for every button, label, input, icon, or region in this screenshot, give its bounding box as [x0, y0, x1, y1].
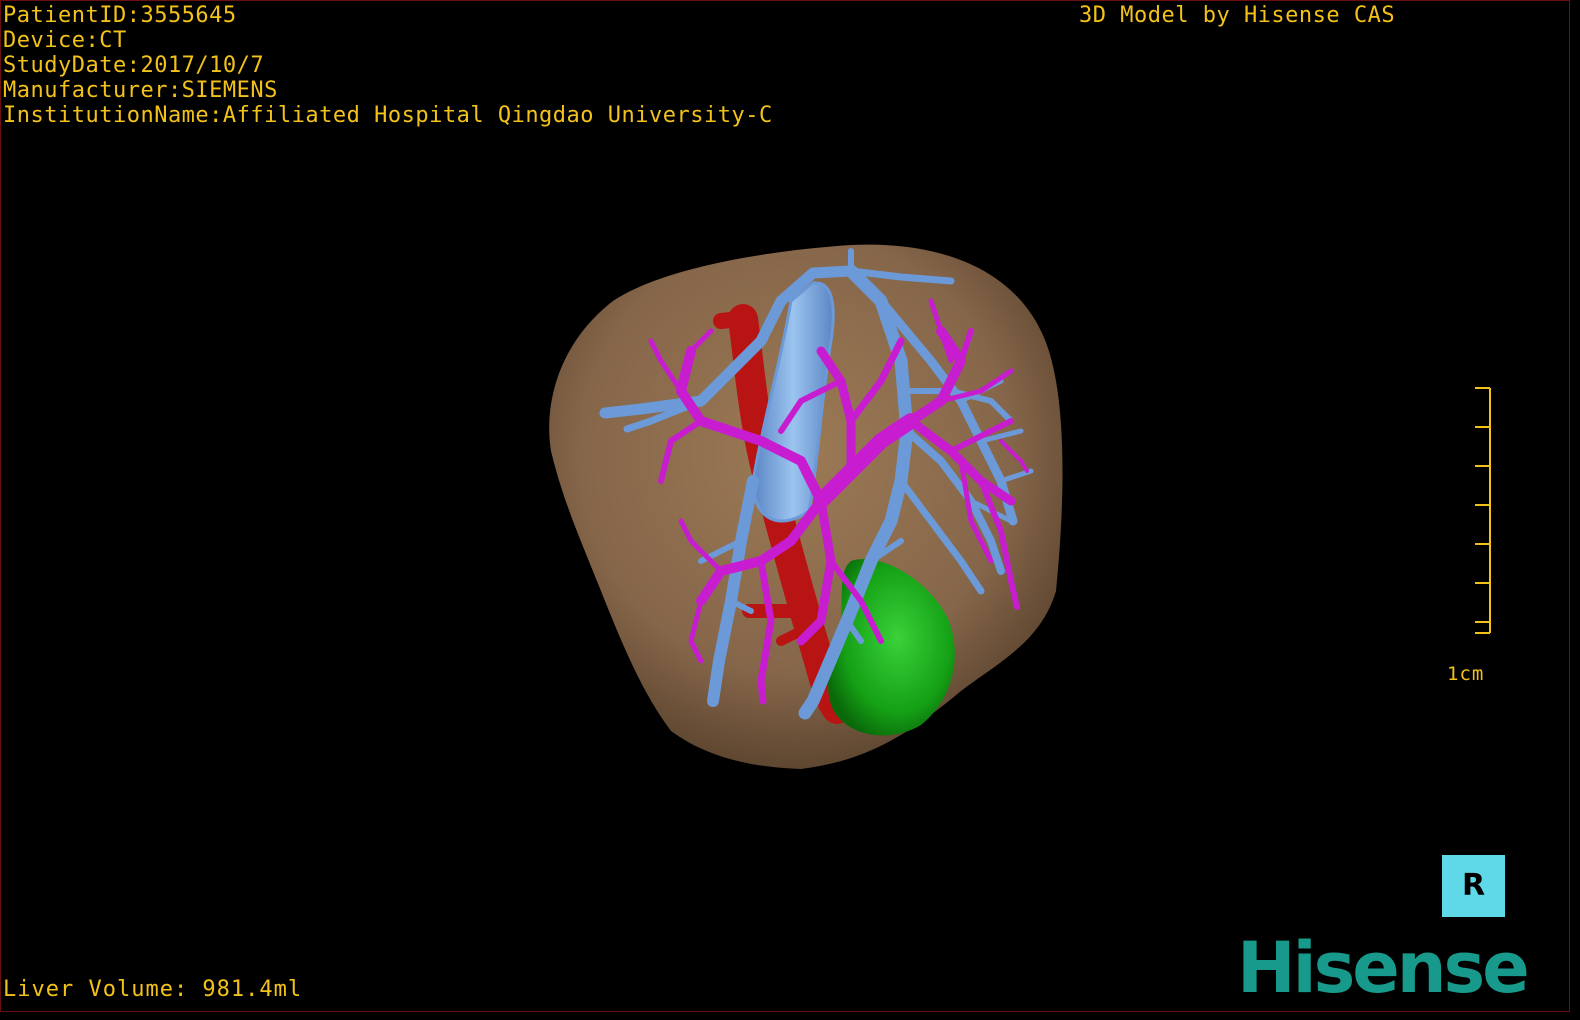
- study-date-label: StudyDate:2017/10/7: [3, 53, 265, 78]
- scale-bar: [1475, 387, 1491, 634]
- institution-name-label: InstitutionName:Affiliated Hospital Qing…: [3, 103, 773, 128]
- orientation-cube-icon[interactable]: R: [1442, 855, 1505, 917]
- patient-info-overlay: PatientID:3555645 Device:CT StudyDate:20…: [3, 3, 773, 128]
- liver-3d-model[interactable]: [1, 1, 1569, 1011]
- liver-volume-label: Liver Volume: 981.4ml: [3, 977, 303, 1002]
- scale-label: 1cm: [1447, 663, 1485, 685]
- patient-id-label: PatientID:3555645: [3, 3, 237, 28]
- model-credit-label: 3D Model by Hisense CAS: [1079, 3, 1396, 28]
- manufacturer-label: Manufacturer:SIEMENS: [3, 78, 278, 103]
- orientation-label: R: [1461, 868, 1486, 903]
- 3d-render-viewport[interactable]: PatientID:3555645 Device:CT StudyDate:20…: [0, 0, 1570, 1012]
- hisense-logo: Hisense: [1237, 927, 1530, 1009]
- device-label: Device:CT: [3, 28, 127, 53]
